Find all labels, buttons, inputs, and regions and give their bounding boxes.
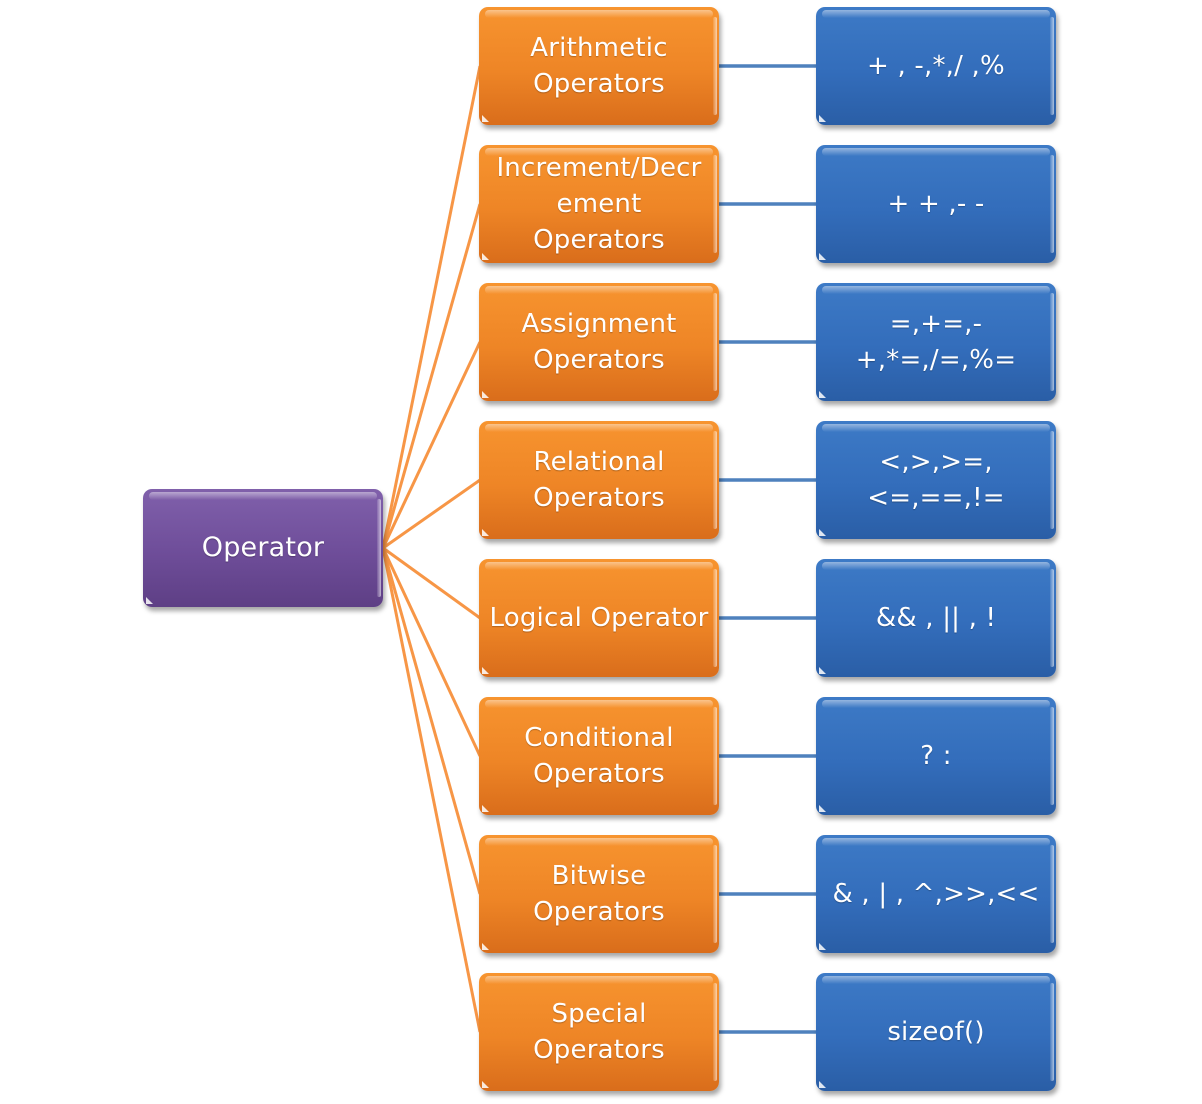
corner-mark	[819, 115, 826, 122]
corner-mark	[819, 943, 826, 950]
corner-mark	[482, 529, 489, 536]
examples-label: ? :	[920, 741, 952, 771]
category-label: Logical Operator	[489, 603, 709, 633]
examples-label: + + ,- -	[887, 189, 985, 219]
examples-label: =,+=,-+,*=,/=,%=	[855, 309, 1017, 375]
corner-mark	[146, 597, 153, 604]
corner-mark	[819, 667, 826, 674]
category-label: Increment/Decr ement Operators	[496, 153, 702, 255]
root-node-operator[interactable]: Operator	[143, 489, 383, 607]
category-label: Relational Operators	[533, 447, 665, 513]
category-node[interactable]: Conditional Operators	[479, 697, 719, 815]
examples-node[interactable]: + + ,- -	[816, 145, 1056, 263]
corner-mark	[482, 253, 489, 260]
corner-mark	[482, 1081, 489, 1088]
examples-node[interactable]: sizeof()	[816, 973, 1056, 1091]
examples-label: && , || , !	[875, 603, 997, 633]
examples-label: sizeof()	[887, 1017, 985, 1047]
examples-node[interactable]: ? :	[816, 697, 1056, 815]
branch-connector	[381, 547, 482, 1033]
corner-mark	[482, 391, 489, 398]
corner-mark	[819, 391, 826, 398]
corner-mark	[819, 529, 826, 536]
category-label: Assignment Operators	[521, 309, 677, 375]
examples-label: & , | , ^,>>,<<	[832, 879, 1040, 909]
category-label: Special Operators	[533, 999, 665, 1065]
examples-node[interactable]: <,>,>=,<=,==,!=	[816, 421, 1056, 539]
category-node[interactable]: Special Operators	[479, 973, 719, 1091]
category-node[interactable]: Bitwise Operators	[479, 835, 719, 953]
root-node-label: Operator	[201, 532, 325, 563]
category-label: Arithmetic Operators	[530, 33, 668, 99]
category-node[interactable]: Logical Operator	[479, 559, 719, 677]
category-label: Conditional Operators	[524, 723, 674, 789]
category-node[interactable]: Relational Operators	[479, 421, 719, 539]
category-node[interactable]: Increment/Decr ement Operators	[479, 145, 719, 263]
corner-mark	[482, 805, 489, 812]
examples-label: + , -,*,/ ,%	[867, 51, 1005, 81]
corner-mark	[482, 667, 489, 674]
category-node[interactable]: Arithmetic Operators	[479, 7, 719, 125]
corner-mark	[819, 805, 826, 812]
category-node[interactable]: Assignment Operators	[479, 283, 719, 401]
corner-mark	[482, 115, 489, 122]
examples-node[interactable]: & , | , ^,>>,<<	[816, 835, 1056, 953]
examples-node[interactable]: && , || , !	[816, 559, 1056, 677]
branch-connector	[382, 546, 481, 620]
examples-label: <,>,>=,<=,==,!=	[867, 447, 1005, 513]
branch-connector	[381, 547, 482, 895]
corner-mark	[819, 1081, 826, 1088]
branch-connector	[381, 65, 482, 549]
examples-node[interactable]: + , -,*,/ ,%	[816, 7, 1056, 125]
examples-node[interactable]: =,+=,-+,*=,/=,%=	[816, 283, 1056, 401]
corner-mark	[482, 943, 489, 950]
corner-mark	[819, 253, 826, 260]
category-label: Bitwise Operators	[533, 861, 665, 927]
